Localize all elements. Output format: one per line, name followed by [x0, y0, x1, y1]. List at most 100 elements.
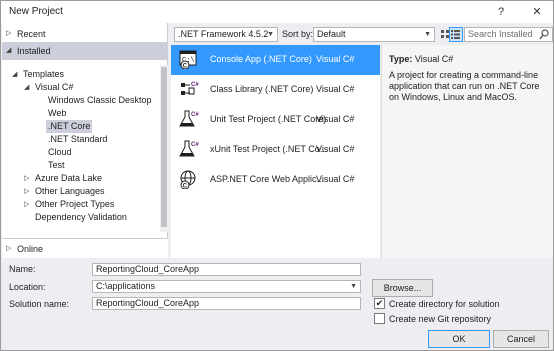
solution-name-value: ReportingCloud_CoreApp [96, 298, 200, 308]
tree-item-label: Windows Classic Desktop [48, 95, 152, 105]
chevron-down-icon: ▼ [424, 31, 431, 38]
tree-item-other-languages[interactable]: ▷ Other Languages [24, 185, 107, 198]
template-language: Visual C# [316, 54, 355, 64]
tree-item-test[interactable]: Test [46, 159, 67, 172]
chevron-down-icon: ▼ [350, 283, 357, 290]
template-name: xUnit Test Project (.NET Co... [210, 144, 328, 154]
section-installed[interactable]: ◢ Installed [2, 42, 168, 60]
expand-arrow-icon: ▷ [6, 30, 12, 37]
tree-item-label: Test [48, 160, 65, 170]
xunit-test-icon: C# [179, 139, 199, 159]
collapse-arrow-icon: ◢ [6, 47, 12, 54]
tree-item-cloud[interactable]: Cloud [46, 146, 74, 159]
framework-dropdown[interactable]: .NET Framework 4.5.2 ▼ [174, 27, 278, 42]
section-online[interactable]: ▷ Online [2, 238, 168, 258]
template-name: Class Library (.NET Core) [210, 84, 314, 94]
template-xunit-test[interactable]: C# xUnit Test Project (.NET Co... Visual… [171, 135, 380, 165]
class-library-icon: C# [179, 79, 199, 99]
section-installed-label: Installed [17, 46, 51, 56]
title-bar: New Project ? ✕ [1, 1, 553, 23]
sort-label: Sort by: [282, 29, 314, 39]
section-online-label: Online [17, 244, 44, 254]
type-value: Visual C# [414, 54, 454, 64]
tree-item-label: .NET Core [48, 121, 91, 131]
tree-item-templates[interactable]: ◢ Templates [12, 68, 66, 81]
tree-item-visual-csharp[interactable]: ◢ Visual C# [24, 81, 75, 94]
template-console-app[interactable]: C:\ C Console App (.NET Core) Visual C# [171, 45, 380, 75]
svg-text:C: C [183, 183, 188, 189]
close-button[interactable]: ✕ [525, 3, 549, 21]
tree-item-label: Visual C# [35, 82, 74, 92]
tree-item-dependency-validation[interactable]: Dependency Validation [33, 211, 129, 224]
template-class-library[interactable]: C# Class Library (.NET Core) Visual C# [171, 75, 380, 105]
window-title: New Project [9, 6, 63, 17]
expand-arrow-icon: ▷ [6, 245, 12, 252]
sort-dropdown[interactable]: Default ▼ [313, 27, 435, 42]
collapse-arrow-icon: ◢ [12, 71, 18, 78]
tree-item-azure-data-lake[interactable]: ▷ Azure Data Lake [24, 172, 104, 185]
template-description: A project for creating a command-line ap… [389, 70, 540, 102]
template-tree: ◢ Templates ◢ Visual C# Windows Classic De… [2, 65, 160, 232]
scrollbar-thumb[interactable] [161, 67, 167, 227]
template-unit-test[interactable]: C# Unit Test Project (.NET Core) Visual … [171, 105, 380, 135]
expand-arrow-icon: ▷ [24, 175, 30, 182]
tree-item-label: Web [48, 108, 67, 118]
collapse-arrow-icon: ◢ [24, 84, 30, 91]
tree-item-label: Cloud [48, 147, 72, 157]
template-name: Console App (.NET Core) [210, 54, 312, 64]
sort-value: Default [317, 29, 346, 39]
tree-item-other-project-types[interactable]: ▷ Other Project Types [24, 198, 116, 211]
type-line: Type: Visual C# [389, 54, 453, 64]
browse-button[interactable]: Browse... [372, 279, 433, 297]
svg-text:C#: C# [191, 142, 199, 148]
create-directory-label: Create directory for solution [389, 299, 500, 309]
tree-item-label: .NET Standard [48, 134, 108, 144]
tree-item-web[interactable]: Web [46, 107, 68, 120]
tree-item-net-core[interactable]: .NET Core [46, 120, 93, 133]
tree-item-net-standard[interactable]: .NET Standard [46, 133, 109, 146]
solution-name-input[interactable]: ReportingCloud_CoreApp [92, 297, 361, 310]
tree-scrollbar[interactable] [160, 65, 168, 232]
section-recent[interactable]: ▷ Recent [2, 25, 168, 43]
aspnet-web-icon: C [179, 169, 199, 190]
svg-text:C: C [183, 63, 188, 69]
location-label: Location: [9, 282, 46, 292]
svg-text:C#: C# [191, 112, 199, 118]
template-name: ASP.NET Core Web Applic... [210, 174, 325, 184]
template-language: Visual C# [316, 84, 355, 94]
name-value: ReportingCloud_CoreApp [96, 264, 200, 274]
name-input[interactable]: ReportingCloud_CoreApp [92, 263, 361, 276]
type-label: Type: [389, 54, 413, 64]
location-combobox[interactable]: C:\applications ▼ [92, 280, 361, 293]
name-label: Name: [9, 264, 36, 274]
template-list: C:\ C Console App (.NET Core) Visual C# C… [171, 45, 380, 258]
list-view-icon [451, 30, 460, 39]
search-placeholder: Search Installed [468, 29, 533, 39]
expand-arrow-icon: ▷ [24, 188, 30, 195]
create-directory-checkbox[interactable]: ✔ [374, 298, 385, 309]
search-installed-input[interactable]: Search Installed [464, 27, 553, 42]
template-language: Visual C# [316, 144, 355, 154]
create-git-checkbox[interactable] [374, 313, 385, 324]
tree-item-label: Azure Data Lake [35, 173, 103, 183]
template-name: Unit Test Project (.NET Core) [210, 114, 327, 124]
category-pane: ▷ Recent ◢ Installed ◢ Templates ◢ Visual … [2, 23, 168, 258]
search-icon [539, 29, 549, 44]
new-project-dialog: New Project ? ✕ ▷ Recent ◢ Installed ◢ Te… [0, 0, 554, 351]
svg-text:C#: C# [191, 82, 199, 88]
console-app-icon: C:\ C [179, 49, 199, 70]
tree-item-label: Other Languages [35, 186, 105, 196]
cancel-button[interactable]: Cancel [493, 330, 549, 348]
tree-item-label: Other Project Types [35, 199, 115, 209]
ok-button[interactable]: OK [428, 330, 490, 348]
template-details-pane: Type: Visual C# A project for creating a… [381, 45, 553, 258]
framework-value: .NET Framework 4.5.2 [178, 29, 269, 39]
small-icons-view-button[interactable] [449, 27, 463, 42]
tree-item-windows-classic-desktop[interactable]: Windows Classic Desktop [46, 94, 154, 107]
unit-test-icon: C# [179, 109, 199, 129]
tree-item-label: Dependency Validation [35, 212, 127, 222]
create-git-label: Create new Git repository [389, 314, 492, 324]
help-button[interactable]: ? [489, 3, 513, 21]
solution-name-label: Solution name: [9, 299, 70, 309]
template-aspnet-core-web[interactable]: C ASP.NET Core Web Applic... Visual C# [171, 165, 380, 195]
